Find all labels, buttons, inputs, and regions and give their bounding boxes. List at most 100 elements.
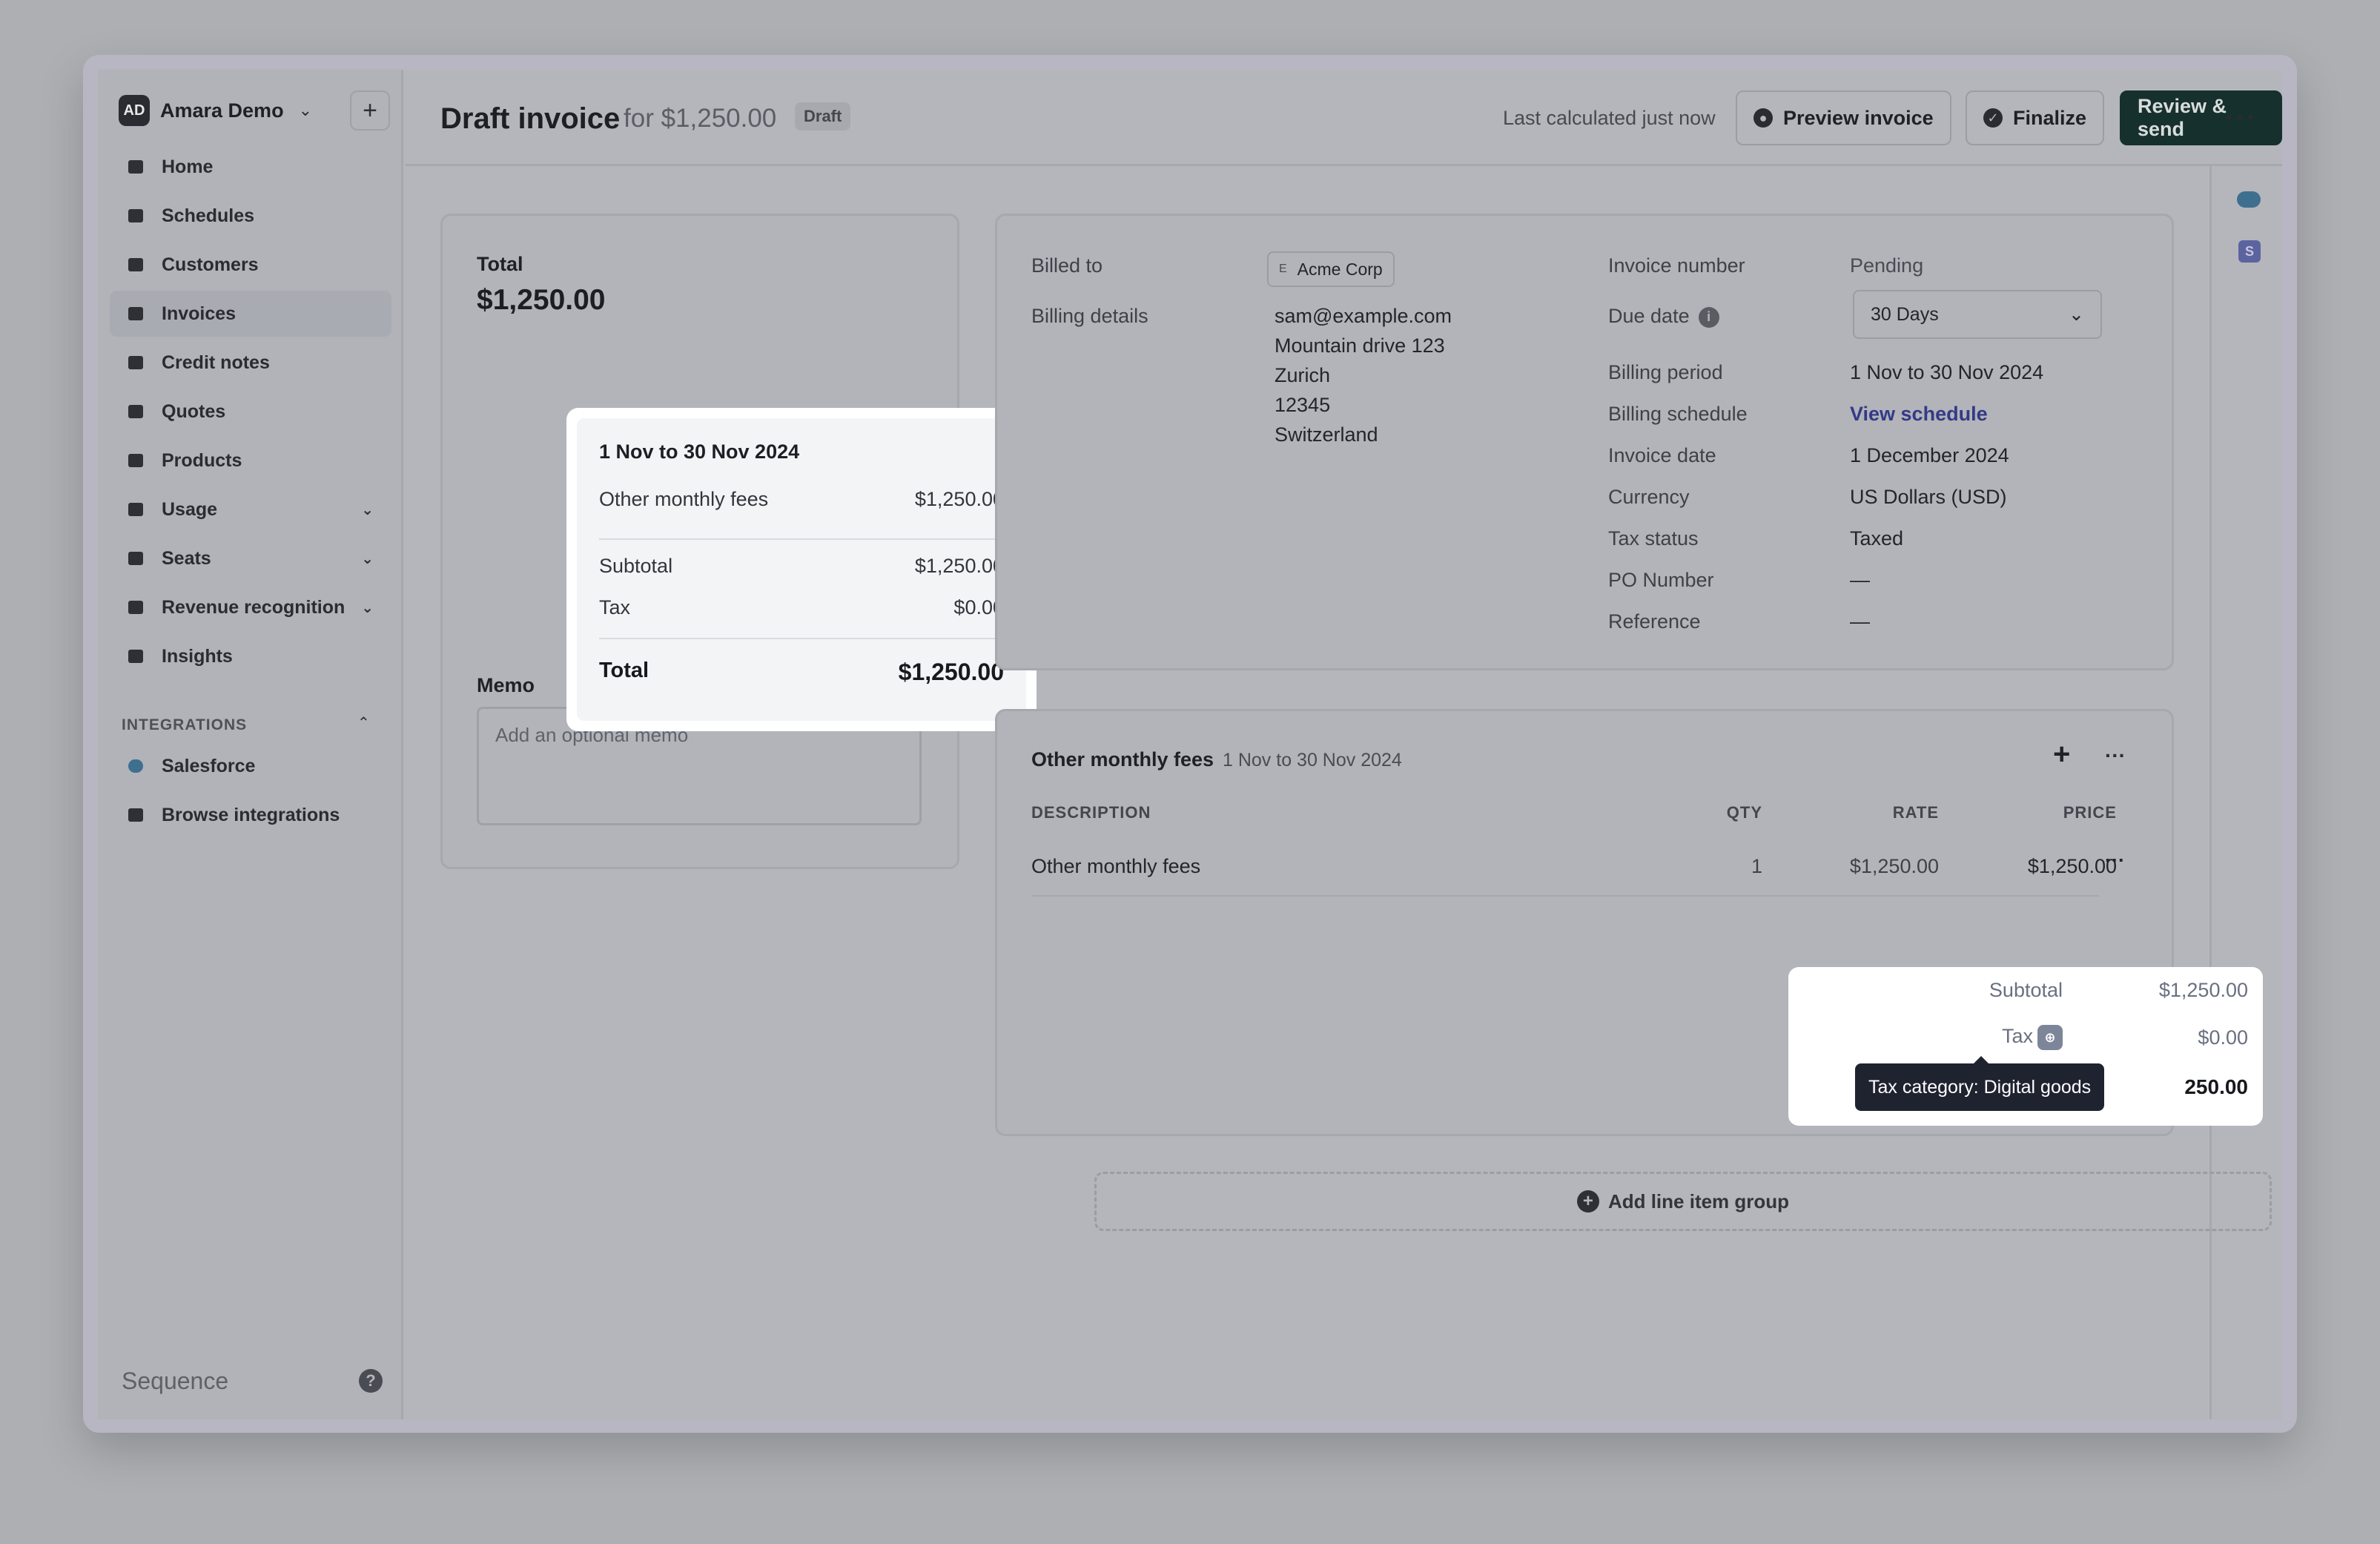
status-badge: Draft <box>795 102 851 131</box>
chevron-down-icon: ⌄ <box>361 501 374 518</box>
subtotal-value: $1,250.00 <box>2158 979 2248 1001</box>
page-title: Draft invoice <box>440 102 621 135</box>
line-item-description: Other monthly fees <box>1031 855 1201 877</box>
view-schedule-link[interactable]: View schedule <box>1850 403 1988 426</box>
home-icon <box>126 157 145 176</box>
billing-period-label: Billing period <box>1608 361 1723 383</box>
nav-item-schedules[interactable]: Schedules <box>110 193 391 239</box>
tax-category-tooltip: Tax category: Digital goods <box>1855 1056 2105 1111</box>
billing-schedule-label: Billing schedule <box>1608 403 1748 425</box>
more-options-icon[interactable]: ··· <box>2105 744 2126 768</box>
integrations-section-title: INTEGRATIONS <box>122 716 248 733</box>
chevron-up-icon[interactable]: ⌃ <box>357 713 370 732</box>
invoice-date-value: 1 December 2024 <box>1850 444 2009 466</box>
line-group-period: 1 Nov to 30 Nov 2024 <box>1223 750 1402 771</box>
invoice-number-value: Pending <box>1850 254 1924 277</box>
total-label: Total <box>477 253 523 275</box>
right-rail: S <box>2209 166 2282 1419</box>
nav-item-customers[interactable]: Customers <box>110 242 391 288</box>
salesforce-cloud-icon[interactable] <box>2237 191 2261 208</box>
quote-check-icon <box>126 402 145 421</box>
calendar-icon <box>126 206 145 225</box>
customer-initial: E <box>1279 263 1287 275</box>
po-number-label: PO Number <box>1608 569 1714 591</box>
nav-item-insights[interactable]: Insights <box>110 633 391 679</box>
sequence-app-icon[interactable]: S <box>2238 240 2261 263</box>
invoice-stack-icon <box>126 304 145 323</box>
app: AD Amara Demo ⌄ + Home Schedules Custome… <box>98 70 2282 1419</box>
workspace-avatar: AD <box>119 95 150 126</box>
currency-label: Currency <box>1608 486 1690 508</box>
po-number-value: — <box>1850 569 1870 591</box>
tax-label: Tax ⊕ <box>1914 1025 2063 1050</box>
nav-item-credit-notes[interactable]: Credit notes <box>110 340 391 386</box>
due-date-select[interactable]: 30 Days ⌄ <box>1853 290 2102 339</box>
billing-country: Switzerland <box>1275 423 1378 446</box>
billing-postcode: 12345 <box>1275 394 1331 416</box>
invoice-date-label: Invoice date <box>1608 444 1716 466</box>
nav-item-salesforce[interactable]: Salesforce <box>110 743 391 789</box>
reference-label: Reference <box>1608 610 1701 633</box>
last-calculated-text: Last calculated just now <box>1503 107 1716 129</box>
bank-icon <box>126 598 145 617</box>
info-icon[interactable]: i <box>1698 306 1719 328</box>
line-item-rate: $1,250.00 <box>1849 855 1939 877</box>
billing-period-value: 1 Nov to 30 Nov 2024 <box>1850 361 2044 383</box>
create-button[interactable]: + <box>350 90 390 131</box>
breakdown-total: Total $1,250.00 <box>599 659 1004 685</box>
nav-item-revenue-recognition[interactable]: Revenue recognition ⌄ <box>110 584 391 630</box>
integrations-nav: Salesforce Browse integrations <box>110 743 391 841</box>
row-more-icon[interactable]: ··· <box>2105 849 2125 872</box>
id-card-icon <box>126 255 145 274</box>
brand-logo: Sequence <box>122 1368 229 1394</box>
nav-item-usage[interactable]: Usage ⌄ <box>110 486 391 532</box>
plus-circle-icon: + <box>1576 1190 1599 1213</box>
nav-item-invoices[interactable]: Invoices <box>110 291 391 337</box>
workspace-switcher[interactable]: AD Amara Demo ⌄ <box>119 95 312 126</box>
eye-icon: ● <box>1753 108 1773 128</box>
chevron-down-icon: ⌄ <box>298 101 312 119</box>
main-nav: Home Schedules Customers Invoices Credit… <box>110 144 391 682</box>
nav-item-home[interactable]: Home <box>110 144 391 190</box>
breakdown-tax: Tax $0.00 <box>599 596 1004 618</box>
invoice-number-label: Invoice number <box>1608 254 1745 277</box>
divider <box>599 638 1004 639</box>
page-amount: for $1,250.00 <box>624 104 777 133</box>
check-circle-icon: ✓ <box>1983 108 2003 128</box>
breakdown-subtotal: Subtotal $1,250.00 <box>599 555 1004 577</box>
sidebar: AD Amara Demo ⌄ + Home Schedules Custome… <box>98 70 403 1419</box>
row-divider <box>1031 895 2099 897</box>
tax-status-value: Taxed <box>1850 527 1904 550</box>
breakdown-line: Other monthly fees $1,250.00 <box>599 488 1004 510</box>
tax-value: $0.00 <box>2198 1026 2248 1049</box>
nav-item-seats[interactable]: Seats ⌄ <box>110 535 391 581</box>
tax-status-label: Tax status <box>1608 527 1699 550</box>
page-header: Draft invoice for $1,250.00 Draft Last c… <box>406 70 2282 166</box>
line-item-qty: 1 <box>1751 855 1762 877</box>
finalize-button[interactable]: ✓ Finalize <box>1966 90 2105 145</box>
nav-item-quotes[interactable]: Quotes <box>110 389 391 435</box>
billing-email: sam@example.com <box>1275 305 1452 327</box>
total-value: 250.00 <box>2184 1075 2248 1098</box>
review-send-button[interactable]: Review & send <box>2120 90 2282 145</box>
column-header-qty: QTY <box>1726 803 1762 822</box>
preview-invoice-button[interactable]: ● Preview invoice <box>1736 90 1951 145</box>
line-group-title: Other monthly fees <box>1031 748 1214 771</box>
breakdown-period: 1 Nov to 30 Nov 2024 <box>599 441 800 463</box>
chevron-down-icon: ⌄ <box>2069 304 2084 325</box>
help-icon[interactable]: ? <box>359 1369 383 1393</box>
nav-item-browse-integrations[interactable]: Browse integrations <box>110 792 391 838</box>
terminal-icon <box>126 500 145 519</box>
add-line-item-group-button[interactable]: + Add line item group <box>1094 1172 2272 1231</box>
column-header-price: PRICE <box>2063 803 2117 822</box>
add-line-item-icon[interactable]: + <box>2053 738 2070 771</box>
nav-item-products[interactable]: Products <box>110 438 391 484</box>
billing-details-label: Billing details <box>1031 305 1148 327</box>
tax-info-icon[interactable]: ⊕ <box>2037 1025 2063 1050</box>
breakdown-highlight: 1 Nov to 30 Nov 2024 Other monthly fees $… <box>566 408 1037 731</box>
total-amount: $1,250.00 <box>477 284 606 316</box>
customer-badge[interactable]: E Acme Corp <box>1267 251 1395 287</box>
chart-board-icon <box>126 647 145 666</box>
more-options-icon[interactable]: ··· <box>2225 102 2258 134</box>
billing-street: Mountain drive 123 <box>1275 334 1445 357</box>
